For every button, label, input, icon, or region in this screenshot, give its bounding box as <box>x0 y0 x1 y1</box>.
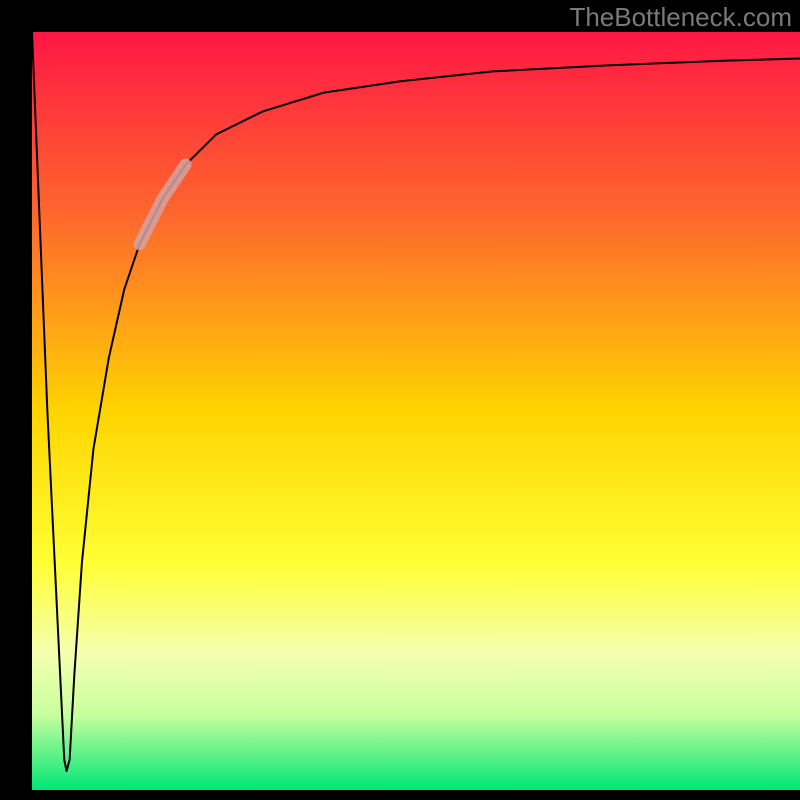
watermark-text: TheBottleneck.com <box>569 2 792 33</box>
chart-container: TheBottleneck.com <box>0 0 800 800</box>
plot-background <box>32 32 800 790</box>
bottleneck-chart <box>0 0 800 800</box>
